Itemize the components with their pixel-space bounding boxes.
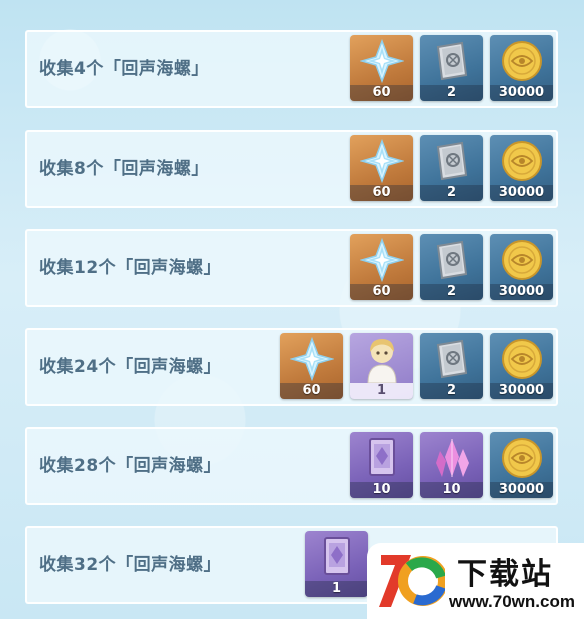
reward-quantity: 1 — [350, 383, 413, 399]
reward-item[interactable]: 10 — [350, 432, 413, 498]
reward-item[interactable]: 60 — [350, 35, 413, 101]
book-icon — [420, 333, 483, 384]
achievement-label: 收集4个「回声海螺」 — [39, 59, 209, 79]
mora-coin-icon — [490, 35, 553, 86]
reward-quantity: 60 — [350, 85, 413, 101]
purple-book-icon — [350, 432, 413, 483]
crystal-icon — [420, 432, 483, 483]
reward-quantity: 2 — [420, 185, 483, 201]
reward-quantity: 2 — [420, 284, 483, 300]
book-icon — [420, 234, 483, 285]
reward-quantity: 60 — [350, 284, 413, 300]
reward-quantity: 2 — [420, 85, 483, 101]
primogem-icon — [350, 135, 413, 186]
mora-coin-icon — [490, 333, 553, 384]
reward-item[interactable]: 60 — [350, 135, 413, 201]
site-watermark: 下载站 www.70wn.com — [367, 543, 584, 619]
reward-quantity: 60 — [350, 185, 413, 201]
primogem-icon — [280, 333, 343, 384]
watermark-title: 下载站 — [457, 557, 553, 592]
achievement-label: 收集28个「回声海螺」 — [39, 456, 222, 476]
book-icon — [420, 135, 483, 186]
reward-item[interactable]: 30000 — [490, 234, 553, 300]
primogem-icon — [350, 35, 413, 86]
achievement-row: 收集12个「回声海螺」 60 2 30000 — [25, 229, 558, 307]
reward-quantity: 30000 — [490, 185, 553, 201]
achievement-label: 收集24个「回声海螺」 — [39, 357, 222, 377]
character-card-icon — [350, 333, 413, 384]
reward-quantity: 10 — [420, 482, 483, 498]
reward-item[interactable]: 1 — [350, 333, 413, 399]
reward-item[interactable]: 30000 — [490, 333, 553, 399]
reward-item[interactable]: 60 — [280, 333, 343, 399]
reward-item[interactable]: 2 — [420, 234, 483, 300]
reward-quantity: 2 — [420, 383, 483, 399]
achievement-row: 收集8个「回声海螺」 60 2 30000 — [25, 130, 558, 208]
reward-list: 1 — [305, 531, 368, 597]
purple-book-icon — [305, 531, 368, 582]
mora-coin-icon — [490, 234, 553, 285]
reward-list: 60 1 2 30000 — [280, 333, 553, 399]
reward-item[interactable]: 30000 — [490, 432, 553, 498]
reward-item[interactable]: 1 — [305, 531, 368, 597]
watermark-url: www.70wn.com — [449, 592, 575, 611]
reward-quantity: 30000 — [490, 383, 553, 399]
reward-list: 60 2 30000 — [350, 234, 553, 300]
reward-item[interactable]: 10 — [420, 432, 483, 498]
achievement-label: 收集8个「回声海螺」 — [39, 159, 209, 179]
reward-quantity: 60 — [280, 383, 343, 399]
reward-quantity: 10 — [350, 482, 413, 498]
reward-item[interactable]: 60 — [350, 234, 413, 300]
primogem-icon — [350, 234, 413, 285]
70-logo-icon — [379, 555, 445, 607]
reward-quantity: 30000 — [490, 482, 553, 498]
mora-coin-icon — [490, 432, 553, 483]
achievement-row: 收集28个「回声海螺」 10 10 30000 — [25, 427, 558, 505]
mora-coin-icon — [490, 135, 553, 186]
achievement-row: 收集4个「回声海螺」 60 2 30000 — [25, 30, 558, 108]
reward-item[interactable]: 2 — [420, 35, 483, 101]
reward-quantity: 1 — [305, 581, 368, 597]
reward-list: 60 2 30000 — [350, 35, 553, 101]
achievement-label: 收集12个「回声海螺」 — [39, 258, 222, 278]
achievement-label: 收集32个「回声海螺」 — [39, 555, 222, 575]
reward-list: 60 2 30000 — [350, 135, 553, 201]
reward-item[interactable]: 2 — [420, 135, 483, 201]
reward-item[interactable]: 30000 — [490, 135, 553, 201]
achievement-row: 收集24个「回声海螺」 60 1 2 30000 — [25, 328, 558, 406]
reward-list: 10 10 30000 — [350, 432, 553, 498]
reward-item[interactable]: 30000 — [490, 35, 553, 101]
reward-quantity: 30000 — [490, 85, 553, 101]
book-icon — [420, 35, 483, 86]
reward-item[interactable]: 2 — [420, 333, 483, 399]
reward-quantity: 30000 — [490, 284, 553, 300]
